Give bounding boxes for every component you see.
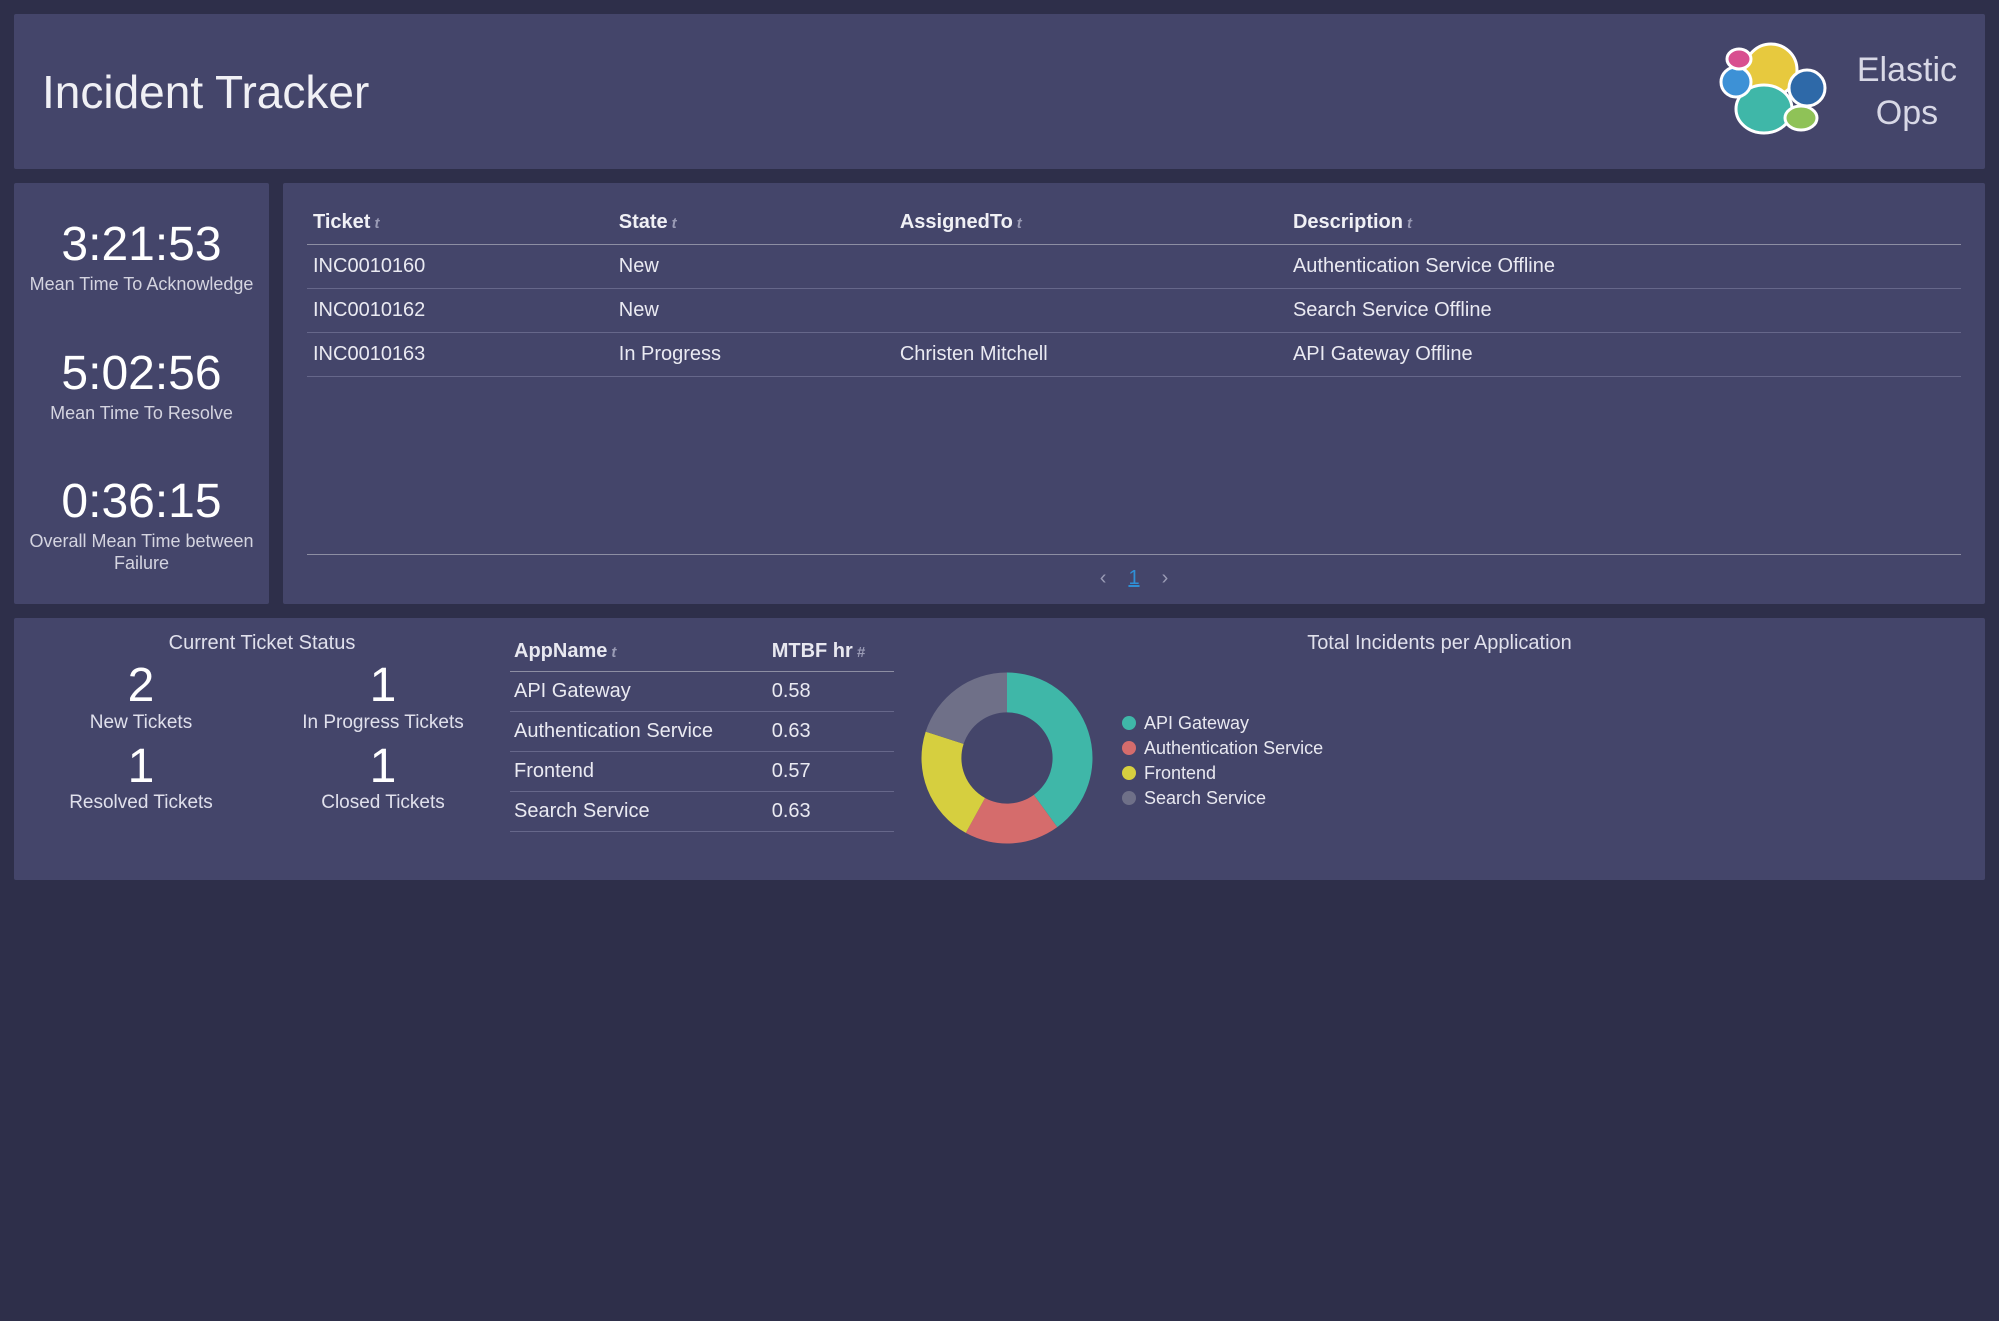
- table-row[interactable]: INC0010163 In Progress Christen Mitchell…: [307, 333, 1961, 377]
- status-resolved: 1 Resolved Tickets: [32, 742, 250, 814]
- col-mtbfhr[interactable]: MTBF hr#: [768, 632, 894, 672]
- status-count: 2: [32, 661, 250, 711]
- cell-ticket: INC0010160: [307, 245, 613, 289]
- cell-description: API Gateway Offline: [1287, 333, 1961, 377]
- donut-legend: API Gateway Authentication Service Front…: [1122, 713, 1323, 809]
- legend-item[interactable]: Authentication Service: [1122, 738, 1323, 759]
- donut-slice[interactable]: [926, 673, 1007, 744]
- metric-mttr: 5:02:56 Mean Time To Resolve: [20, 346, 263, 425]
- legend-label: Search Service: [1144, 788, 1266, 809]
- header-panel: Incident Tracker Elastic Ops: [14, 14, 1985, 169]
- cell-mtbf: 0.58: [768, 672, 894, 712]
- col-ticket[interactable]: Tickett: [307, 201, 613, 245]
- cell-description: Search Service Offline: [1287, 289, 1961, 333]
- legend-label: Authentication Service: [1144, 738, 1323, 759]
- metric-mtbf: 0:36:15 Overall Mean Time between Failur…: [20, 474, 263, 574]
- mtbf-table: AppNamet MTBF hr# API Gateway 0.58 Authe…: [510, 632, 894, 832]
- col-description[interactable]: Descriptiont: [1287, 201, 1961, 245]
- metric-label: Overall Mean Time between Failure: [20, 531, 263, 574]
- legend-label: Frontend: [1144, 763, 1216, 784]
- bottom-panel: Current Ticket Status 2 New Tickets 1 In…: [14, 618, 1985, 880]
- metric-value: 3:21:53: [20, 217, 263, 272]
- pager: ‹ 1 ›: [307, 555, 1961, 590]
- tickets-table: Tickett Statet AssignedTot Descriptiont …: [307, 201, 1961, 377]
- donut-block: Total Incidents per Application API Gate…: [912, 632, 1967, 858]
- metric-value: 0:36:15: [20, 474, 263, 529]
- cell-app: Frontend: [510, 752, 768, 792]
- status-closed: 1 Closed Tickets: [274, 742, 492, 814]
- cell-state: New: [613, 289, 894, 333]
- legend-swatch: [1122, 791, 1136, 805]
- table-row[interactable]: API Gateway 0.58: [510, 672, 894, 712]
- pager-next-icon[interactable]: ›: [1162, 567, 1169, 590]
- brand-line1: Elastic: [1857, 49, 1957, 92]
- donut-title: Total Incidents per Application: [912, 632, 1967, 655]
- table-row[interactable]: Search Service 0.63: [510, 792, 894, 832]
- metric-value: 5:02:56: [20, 346, 263, 401]
- col-assignedto[interactable]: AssignedTot: [894, 201, 1287, 245]
- sort-icon: t: [1407, 215, 1412, 232]
- cell-mtbf: 0.63: [768, 712, 894, 752]
- status-new: 2 New Tickets: [32, 661, 250, 733]
- brand-text: Elastic Ops: [1857, 49, 1957, 134]
- elastic-logo-icon: [1709, 34, 1839, 149]
- metric-label: Mean Time To Resolve: [20, 403, 263, 425]
- cell-state: New: [613, 245, 894, 289]
- status-count: 1: [274, 661, 492, 711]
- legend-swatch: [1122, 741, 1136, 755]
- legend-item[interactable]: Frontend: [1122, 763, 1323, 784]
- legend-swatch: [1122, 716, 1136, 730]
- sort-icon: t: [374, 215, 379, 232]
- cell-state: In Progress: [613, 333, 894, 377]
- metric-label: Mean Time To Acknowledge: [20, 274, 263, 296]
- table-row[interactable]: INC0010162 New Search Service Offline: [307, 289, 1961, 333]
- legend-item[interactable]: Search Service: [1122, 788, 1323, 809]
- table-row[interactable]: Authentication Service 0.63: [510, 712, 894, 752]
- cell-assigned: [894, 289, 1287, 333]
- table-row[interactable]: Frontend 0.57: [510, 752, 894, 792]
- status-block: Current Ticket Status 2 New Tickets 1 In…: [32, 632, 492, 858]
- col-appname[interactable]: AppNamet: [510, 632, 768, 672]
- cell-ticket: INC0010162: [307, 289, 613, 333]
- legend-swatch: [1122, 766, 1136, 780]
- metric-mtta: 3:21:53 Mean Time To Acknowledge: [20, 217, 263, 296]
- sort-icon: t: [611, 644, 616, 661]
- legend-label: API Gateway: [1144, 713, 1249, 734]
- status-label: New Tickets: [32, 712, 250, 734]
- cell-mtbf: 0.63: [768, 792, 894, 832]
- legend-item[interactable]: API Gateway: [1122, 713, 1323, 734]
- page-title: Incident Tracker: [42, 65, 369, 119]
- cell-description: Authentication Service Offline: [1287, 245, 1961, 289]
- metrics-panel: 3:21:53 Mean Time To Acknowledge 5:02:56…: [14, 183, 269, 604]
- cell-assigned: Christen Mitchell: [894, 333, 1287, 377]
- numeric-sort-icon: #: [857, 644, 865, 661]
- status-label: In Progress Tickets: [274, 712, 492, 734]
- sort-icon: t: [1017, 215, 1022, 232]
- status-title: Current Ticket Status: [32, 632, 492, 655]
- status-count: 1: [274, 742, 492, 792]
- status-inprogress: 1 In Progress Tickets: [274, 661, 492, 733]
- table-row[interactable]: INC0010160 New Authentication Service Of…: [307, 245, 1961, 289]
- cell-app: Search Service: [510, 792, 768, 832]
- col-state[interactable]: Statet: [613, 201, 894, 245]
- status-label: Resolved Tickets: [32, 792, 250, 814]
- brand-block: Elastic Ops: [1709, 34, 1957, 149]
- tickets-panel: Tickett Statet AssignedTot Descriptiont …: [283, 183, 1985, 604]
- mtbf-block: AppNamet MTBF hr# API Gateway 0.58 Authe…: [492, 632, 912, 858]
- donut-chart: [912, 663, 1102, 858]
- pager-prev-icon[interactable]: ‹: [1100, 567, 1107, 590]
- sort-icon: t: [672, 215, 677, 232]
- cell-mtbf: 0.57: [768, 752, 894, 792]
- brand-line2: Ops: [1876, 92, 1938, 135]
- cell-ticket: INC0010163: [307, 333, 613, 377]
- status-label: Closed Tickets: [274, 792, 492, 814]
- status-count: 1: [32, 742, 250, 792]
- cell-app: Authentication Service: [510, 712, 768, 752]
- pager-page[interactable]: 1: [1128, 567, 1139, 590]
- cell-assigned: [894, 245, 1287, 289]
- cell-app: API Gateway: [510, 672, 768, 712]
